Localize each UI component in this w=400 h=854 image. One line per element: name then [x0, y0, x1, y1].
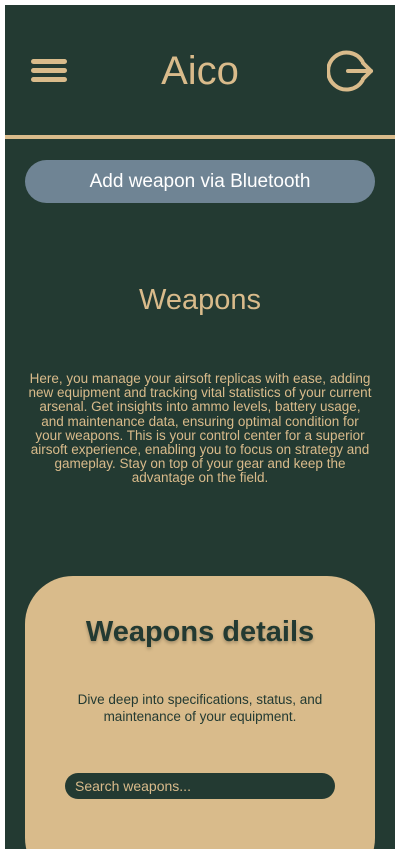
search-weapons-input[interactable]: [65, 773, 335, 799]
logout-icon: [326, 50, 373, 92]
weapons-details-card: Weapons details Dive deep into specifica…: [25, 576, 375, 849]
app-screen: Aico Add weapon via Bluetooth Weapons He…: [5, 5, 395, 849]
weapons-description: Here, you manage your airsoft replicas w…: [28, 371, 372, 486]
app-header: Aico: [5, 5, 395, 135]
weapons-details-title: Weapons details: [85, 616, 315, 648]
header-divider: [5, 135, 395, 139]
weapons-title: Weapons: [139, 284, 261, 316]
logout-button[interactable]: [326, 47, 375, 95]
add-weapon-bluetooth-button[interactable]: Add weapon via Bluetooth: [25, 160, 375, 203]
weapons-details-description: Dive deep into specifications, status, a…: [77, 692, 323, 724]
